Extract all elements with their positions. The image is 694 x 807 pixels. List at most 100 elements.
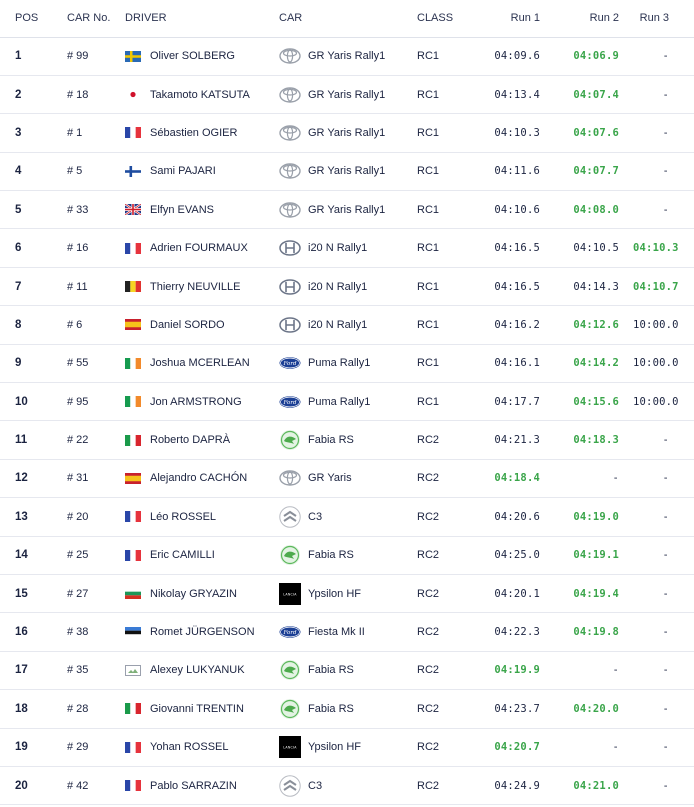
table-row[interactable]: 2 # 18 Takamoto KATSUTA GR Yaris Rally1 RC1 0…: [0, 75, 694, 114]
svg-text:LANCIA: LANCIA: [283, 746, 297, 750]
toyota-logo-icon: [279, 122, 301, 144]
driver-cell[interactable]: Takamoto KATSUTA: [125, 75, 279, 113]
driver-cell[interactable]: Adrien FOURMAUX: [125, 229, 279, 267]
run1-time: 04:10.6: [494, 203, 540, 216]
driver-cell[interactable]: Sami PAJARI: [125, 152, 279, 190]
finland-flag-icon: [125, 165, 141, 177]
driver-name[interactable]: Joshua MCERLEAN: [150, 357, 250, 369]
table-row[interactable]: 13 # 20 Léo ROSSEL C3 RC2 04:20.6 04:19.0 -: [0, 498, 694, 537]
class-cell: RC1: [417, 88, 440, 101]
header-driver[interactable]: DRIVER: [125, 0, 279, 37]
table-row[interactable]: 1 # 99 Oliver SOLBERG GR Yaris Rally1 RC1 04:…: [0, 37, 694, 76]
car-model: Fabia RS: [308, 549, 354, 562]
driver-name[interactable]: Sébastien OGIER: [150, 127, 237, 139]
header-run1[interactable]: Run 1: [472, 0, 554, 37]
driver-name[interactable]: Elfyn EVANS: [150, 204, 214, 216]
car-cell: Ford Fiesta Mk II: [279, 613, 417, 651]
table-row[interactable]: 18 # 28 Giovanni TRENTIN Fabia RS RC2 04:23.7…: [0, 690, 694, 729]
driver-name[interactable]: Takamoto KATSUTA: [150, 89, 250, 101]
driver-name[interactable]: Eric CAMILLI: [150, 549, 215, 561]
bulgaria-flag-icon: [125, 588, 141, 600]
driver-name[interactable]: Alejandro CACHÓN: [150, 472, 247, 484]
header-car[interactable]: CAR: [279, 0, 417, 37]
driver-name[interactable]: Daniel SORDO: [150, 319, 225, 331]
driver-cell[interactable]: Sébastien OGIER: [125, 114, 279, 152]
driver-name[interactable]: Pablo SARRAZIN: [150, 780, 237, 792]
table-row[interactable]: 12 # 31 Alejandro CACHÓN GR Yaris RC2 04:18.4…: [0, 459, 694, 498]
driver-cell[interactable]: Daniel SORDO: [125, 306, 279, 344]
table-row[interactable]: 5 # 33 Elfyn EVANS GR Yaris Rally1 RC1 04:10.…: [0, 191, 694, 229]
toyota-logo-icon: [279, 160, 301, 182]
table-row[interactable]: 11 # 22 Roberto DAPRÀ Fabia RS RC2 04:21.3 04:…: [0, 421, 694, 460]
header-class[interactable]: CLASS: [417, 0, 472, 37]
table-row[interactable]: 15 # 27 Nikolay GRYAZIN LANCIA Ypsilon HF RC2…: [0, 574, 694, 613]
driver-name[interactable]: Oliver SOLBERG: [150, 50, 235, 62]
car-model: i20 N Rally1: [308, 242, 368, 255]
driver-cell[interactable]: Yohan ROSSEL: [125, 728, 279, 766]
car-model: Fabia RS: [308, 702, 354, 715]
run3-time: 04:10.7: [633, 280, 679, 293]
header-car-no[interactable]: CAR No.: [67, 0, 125, 37]
toyota-logo-icon: [279, 199, 301, 221]
table-row[interactable]: 10 # 95 Jon ARMSTRONG Ford Puma Rally1 RC1 04:…: [0, 383, 694, 421]
header-run3[interactable]: Run 3: [633, 0, 694, 37]
run2-time: 04:14.3: [573, 280, 619, 293]
driver-cell[interactable]: Oliver SOLBERG: [125, 37, 279, 75]
car-number-cell: # 55: [67, 357, 89, 370]
driver-cell[interactable]: Alejandro CACHÓN: [125, 459, 279, 497]
svg-text:Ford: Ford: [283, 400, 297, 406]
driver-cell[interactable]: Joshua MCERLEAN: [125, 344, 279, 382]
class-cell: RC2: [417, 472, 440, 485]
table-row[interactable]: 14 # 25 Eric CAMILLI Fabia RS RC2 04:25.0 04:1…: [0, 536, 694, 575]
results-table: POS CAR No. DRIVER CAR CLASS Run 1 Run 2…: [0, 0, 694, 805]
car-cell: Ford Puma Rally1: [279, 344, 417, 382]
position-cell: 14: [15, 549, 28, 562]
skoda-logo-icon: [279, 659, 301, 681]
table-row[interactable]: 19 # 29 Yohan ROSSEL LANCIA Ypsilon HF RC2 04:…: [0, 728, 694, 767]
driver-cell[interactable]: Giovanni TRENTIN: [125, 690, 279, 728]
table-row[interactable]: 6 # 16 Adrien FOURMAUX i20 N Rally1 RC1 04:16…: [0, 229, 694, 268]
car-cell: Fabia RS: [279, 651, 417, 689]
driver-name[interactable]: Giovanni TRENTIN: [150, 703, 244, 715]
driver-cell[interactable]: Nikolay GRYAZIN: [125, 574, 279, 612]
header-run2[interactable]: Run 2: [554, 0, 633, 37]
driver-cell[interactable]: Thierry NEUVILLE: [125, 267, 279, 305]
table-row[interactable]: 9 # 55 Joshua MCERLEAN Ford Puma Rally1 RC1 04…: [0, 344, 694, 383]
table-row[interactable]: 17 # 35 Alexey LUKYANUK Fabia RS RC2 04:19.9 -…: [0, 651, 694, 690]
driver-name[interactable]: Romet JÜRGENSON: [150, 626, 255, 638]
driver-name[interactable]: Nikolay GRYAZIN: [150, 588, 237, 600]
class-cell: RC1: [417, 395, 440, 408]
table-row[interactable]: 3 # 1 Sébastien OGIER GR Yaris Rally1 RC1 04:…: [0, 114, 694, 153]
driver-cell[interactable]: Roberto DAPRÀ: [125, 421, 279, 459]
driver-name[interactable]: Adrien FOURMAUX: [150, 242, 248, 254]
position-cell: 1: [15, 50, 22, 63]
driver-cell[interactable]: Léo ROSSEL: [125, 498, 279, 536]
table-row[interactable]: 20 # 42 Pablo SARRAZIN C3 RC2 04:24.9 04:21.0 -: [0, 766, 694, 805]
table-row[interactable]: 16 # 38 Romet JÜRGENSON Ford Fiesta Mk II RC2…: [0, 613, 694, 652]
driver-name[interactable]: Alexey LUKYANUK: [150, 664, 245, 676]
driver-cell[interactable]: Pablo SARRAZIN: [125, 766, 279, 804]
run2-time: 04:07.4: [573, 88, 619, 101]
driver-name[interactable]: Yohan ROSSEL: [150, 741, 228, 753]
car-model: i20 N Rally1: [308, 318, 368, 331]
car-cell: GR Yaris Rally1: [279, 114, 417, 152]
driver-name[interactable]: Roberto DAPRÀ: [150, 434, 230, 446]
table-row[interactable]: 8 # 6 Daniel SORDO i20 N Rally1 RC1 04:16.2 04…: [0, 306, 694, 345]
driver-cell[interactable]: Jon ARMSTRONG: [125, 383, 279, 421]
car-number-cell: # 18: [67, 88, 89, 101]
table-row[interactable]: 7 # 11 Thierry NEUVILLE i20 N Rally1 RC1 04:1…: [0, 267, 694, 306]
run1-time: 04:22.3: [494, 626, 540, 639]
driver-cell[interactable]: Alexey LUKYANUK: [125, 651, 279, 689]
driver-name[interactable]: Thierry NEUVILLE: [150, 281, 240, 293]
driver-cell[interactable]: Elfyn EVANS: [125, 191, 279, 229]
driver-cell[interactable]: Romet JÜRGENSON: [125, 613, 279, 651]
driver-name[interactable]: Léo ROSSEL: [150, 511, 216, 523]
driver-name[interactable]: Jon ARMSTRONG: [150, 396, 242, 408]
france-flag-icon: [125, 549, 141, 561]
driver-cell[interactable]: Eric CAMILLI: [125, 536, 279, 574]
hyundai-logo-icon: [279, 314, 301, 336]
position-cell: 15: [15, 587, 28, 600]
driver-name[interactable]: Sami PAJARI: [150, 165, 216, 177]
table-row[interactable]: 4 # 5 Sami PAJARI GR Yaris Rally1 RC1 04:11.6…: [0, 152, 694, 191]
header-pos[interactable]: POS: [0, 0, 67, 37]
